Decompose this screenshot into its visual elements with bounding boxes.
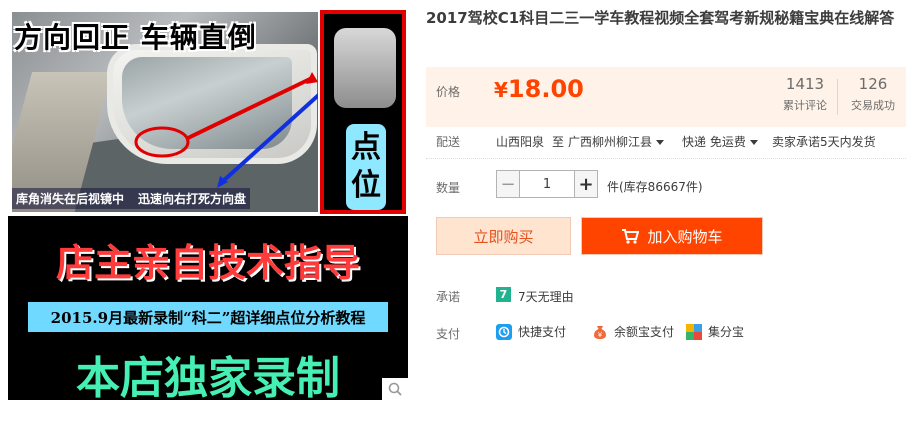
spot-mirror (334, 28, 396, 108)
buy-now-button[interactable]: 立即购买 (436, 217, 571, 255)
payment-label: 支付 (436, 327, 461, 341)
yuebao-pay[interactable]: ¥ 余额宝支付 (592, 323, 674, 340)
chevron-down-icon (749, 140, 758, 145)
shipping-origin: 山西阳泉 (496, 135, 545, 149)
exclusive-banner: 本店独家录制 (76, 353, 340, 400)
caption-right: 迅速向右打死方向盘 (138, 192, 247, 206)
svg-text:¥: ¥ (598, 331, 603, 339)
spot-label: 点 位 (346, 124, 386, 210)
sales-count: 126 (858, 75, 888, 93)
price-panel: 价格 ¥18.00 1413 累计评论 126 交易成功 (426, 67, 906, 127)
payment-row: 支付 快捷支付 ¥ 余额宝支付 集分宝 (426, 323, 906, 343)
overlay-caption: 库角消失在后视镜中 迅速向右打死方向盘 (12, 188, 251, 209)
reviews-count: 1413 (785, 75, 825, 93)
record-strip: 2015.9月最新录制“科二”超详细点位分析教程 (28, 302, 388, 332)
jifenbao-icon (686, 323, 702, 340)
chevron-down-icon (656, 140, 665, 145)
product-image[interactable]: 方向回正 车辆直倒 库角消失在后视镜中 迅速向右打死方向盘 点 位 店主亲自技术指… (8, 8, 408, 400)
quantity-input[interactable] (520, 170, 574, 198)
destination-select[interactable]: 广西柳州柳江县 (568, 133, 665, 150)
shipping-label: 配送 (436, 135, 461, 149)
image-bottom-panel: 店主亲自技术指导 2015.9月最新录制“科二”超详细点位分析教程 本店独家录制 (8, 216, 408, 400)
image-top-panel: 方向回正 车辆直倒 库角消失在后视镜中 迅速向右打死方向盘 点 位 (8, 8, 408, 216)
jifenbao-pay[interactable]: 集分宝 (686, 323, 744, 340)
shipping-method-select[interactable]: 快递 免运费 (682, 133, 758, 150)
price: ¥18.00 (494, 75, 584, 103)
sales-label: 交易成功 (851, 99, 895, 112)
decrease-button[interactable]: − (496, 170, 520, 198)
magnifier-icon[interactable] (382, 378, 408, 400)
promise-label: 承诺 (436, 290, 461, 304)
increase-button[interactable]: + (574, 170, 598, 198)
product-info: 2017驾校C1科目二三一学车教程视频全套驾考新规秘籍宝典在线解答 价格 ¥18… (426, 8, 915, 341)
price-label: 价格 (436, 85, 461, 99)
seven-day-return-link[interactable]: 7天无理由 (518, 288, 574, 305)
quick-pay-icon (496, 323, 512, 340)
product-title: 2017驾校C1科目二三一学车教程视频全套驾考新规秘籍宝典在线解答 (426, 9, 895, 27)
seven-day-icon: 7 (496, 287, 511, 302)
quantity-row: 数量 − + 件(库存86667件) (426, 170, 906, 200)
guide-banner: 店主亲自技术指导 (55, 240, 360, 285)
quick-pay[interactable]: 快捷支付 (496, 323, 566, 340)
shipping-to: 至 (552, 135, 565, 149)
currency-symbol: ¥ (494, 78, 508, 102)
caption-left: 库角消失在后视镜中 (16, 192, 125, 206)
stat-divider (837, 79, 838, 115)
reviews-stat[interactable]: 1413 累计评论 (776, 75, 834, 113)
add-to-cart-label: 加入购物车 (647, 227, 723, 246)
reviews-label: 累计评论 (783, 99, 827, 112)
overlay-title: 方向回正 车辆直倒 (14, 21, 257, 54)
quantity-label: 数量 (436, 181, 461, 195)
spot-panel: 点 位 (320, 10, 406, 214)
add-to-cart-button[interactable]: 加入购物车 (581, 217, 763, 255)
sales-stat: 126 交易成功 (844, 75, 902, 113)
price-amount: 18.00 (507, 75, 584, 103)
yuebao-icon: ¥ (592, 324, 608, 340)
shipping-row: 配送 山西阳泉 至 广西柳州柳江县 快递 免运费 卖家承诺5天内发货 (426, 129, 906, 159)
shipping-promise: 卖家承诺5天内发货 (772, 135, 876, 149)
promise-row: 承诺 7 7天无理由 (426, 286, 906, 306)
stock-info: 件(库存86667件) (607, 180, 703, 194)
cart-icon (622, 229, 640, 244)
quantity-stepper: − + (496, 170, 598, 198)
